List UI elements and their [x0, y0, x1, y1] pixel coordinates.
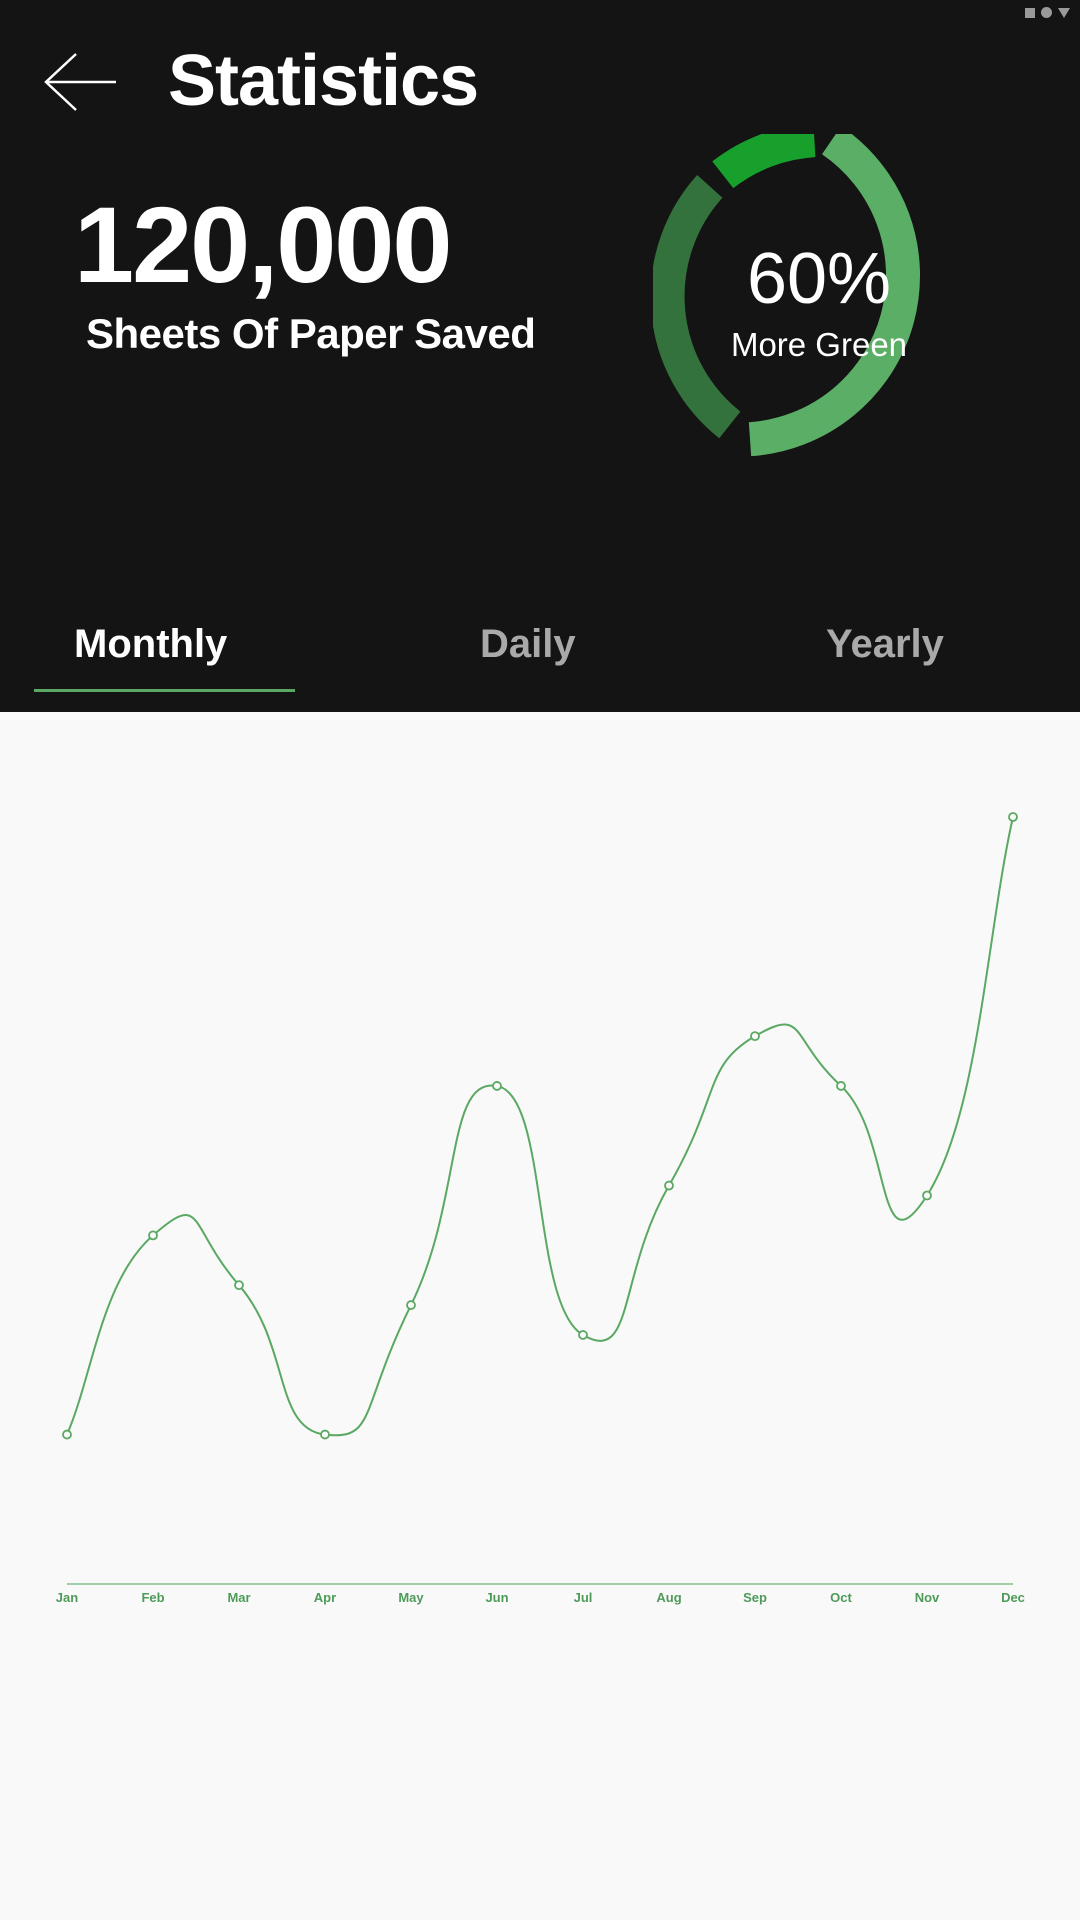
donut-segment-top	[712, 134, 816, 189]
data-point-mar[interactable]	[234, 1280, 244, 1291]
donut-percent: 60%	[746, 239, 892, 319]
papers-saved-value: 120,000	[74, 184, 452, 305]
tab-daily[interactable]: Daily	[480, 622, 576, 667]
x-tick-label: Oct	[830, 1590, 852, 1605]
data-point-aug[interactable]	[664, 1180, 674, 1191]
x-tick-label: Jul	[574, 1590, 593, 1605]
data-point-jul[interactable]	[578, 1330, 588, 1340]
active-tab-indicator	[34, 689, 295, 692]
header: Statistics 120,000 Sheets Of Paper Saved…	[0, 0, 1080, 712]
x-tick-label: Jan	[56, 1590, 78, 1605]
tab-monthly[interactable]: Monthly	[74, 622, 227, 667]
data-point-feb[interactable]	[148, 1230, 158, 1241]
x-tick-label: Feb	[141, 1590, 164, 1605]
square-icon	[1025, 7, 1035, 18]
x-tick-label: Dec	[1001, 1590, 1025, 1605]
monthly-line-chart: Jan Feb Mar Apr May Jun Jul Aug Sep Oct Nov Dec	[56, 812, 1025, 1605]
status-icons	[1025, 7, 1070, 18]
x-tick-label: Sep	[743, 1590, 767, 1605]
x-tick-label: Mar	[227, 1590, 250, 1605]
back-button[interactable]	[40, 48, 120, 116]
page-title: Statistics	[168, 41, 479, 121]
papers-saved-label: Sheets Of Paper Saved	[86, 310, 536, 357]
data-point-oct[interactable]	[836, 1081, 846, 1091]
x-tick-label: May	[398, 1590, 424, 1605]
x-tick-label: Apr	[314, 1590, 336, 1605]
data-point-apr[interactable]	[320, 1429, 330, 1440]
triangle-down-icon	[1058, 7, 1070, 18]
tab-yearly[interactable]: Yearly	[826, 622, 944, 667]
circle-icon	[1041, 7, 1052, 18]
x-tick-label: Jun	[485, 1590, 508, 1605]
series-line	[66, 816, 1014, 1437]
arrow-left-icon	[44, 53, 116, 111]
data-point-jun[interactable]	[492, 1081, 502, 1091]
x-tick-label: Aug	[656, 1590, 681, 1605]
data-point-may[interactable]	[406, 1300, 416, 1310]
donut-label: More Green	[730, 326, 908, 363]
data-point-dec[interactable]	[1008, 812, 1018, 822]
data-point-nov[interactable]	[922, 1190, 932, 1201]
data-point-sep[interactable]	[750, 1031, 760, 1042]
data-point-jan[interactable]	[62, 1429, 72, 1440]
x-tick-label: Nov	[915, 1590, 940, 1605]
